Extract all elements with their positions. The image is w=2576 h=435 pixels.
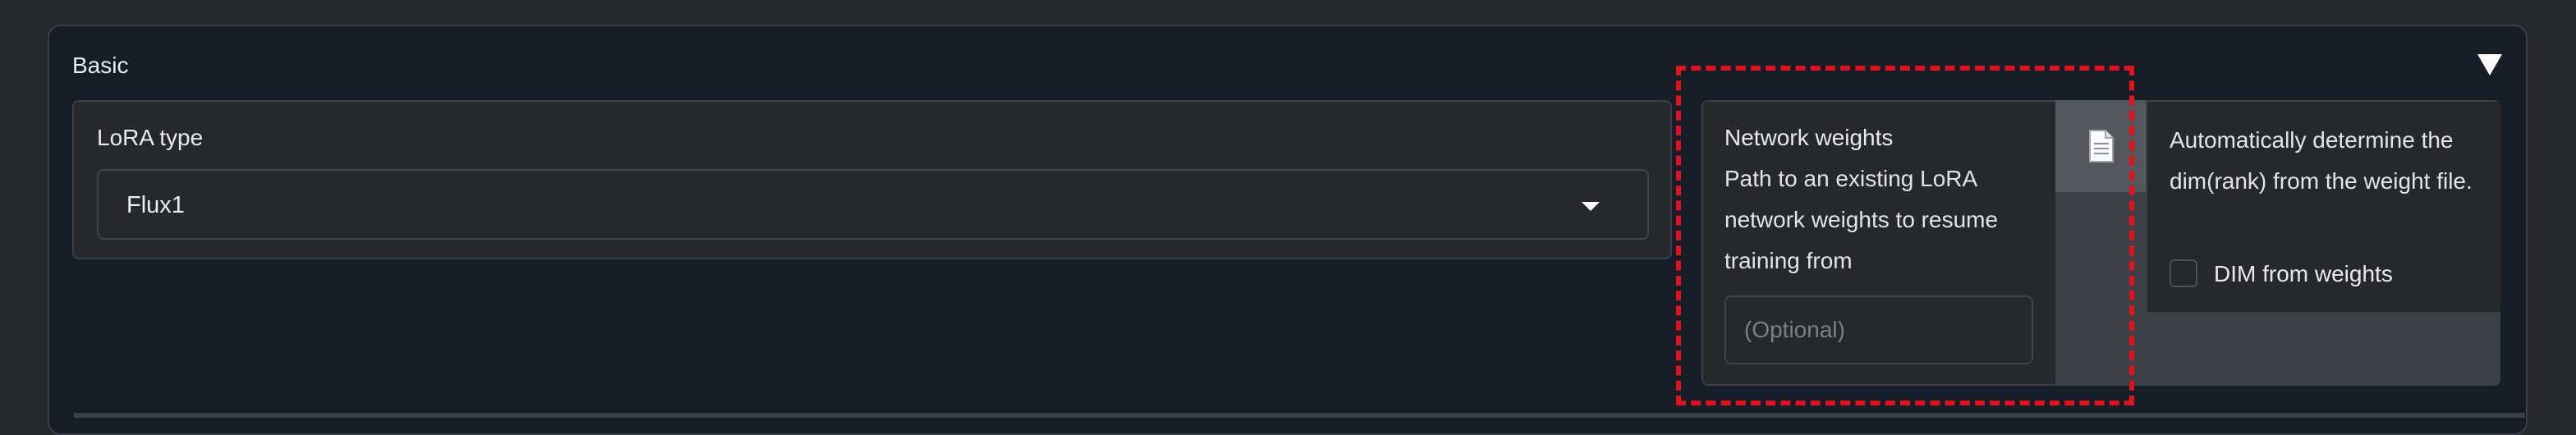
network-weights-input[interactable] (1724, 295, 2033, 364)
divider (74, 413, 2525, 418)
network-weights-label: Network weights (1724, 125, 1894, 150)
accordion-title[interactable]: Basic (72, 53, 128, 79)
lora-type-selected-value[interactable]: Flux1 (126, 185, 185, 225)
file-picker-button[interactable] (2055, 100, 2147, 192)
network-weights-info: Path to an existing LoRA network weights… (1724, 166, 1999, 273)
lora-type-dropdown[interactable] (97, 169, 1649, 240)
triangle-down-icon[interactable] (2477, 54, 2502, 76)
dim-from-weights-info: Automatically determine the dim(rank) fr… (2170, 127, 2473, 194)
caret-down-icon[interactable] (1582, 202, 1600, 211)
dim-from-weights-checkbox[interactable] (2170, 259, 2197, 287)
lora-type-label: LoRA type (97, 125, 204, 150)
dim-from-weights-label[interactable]: DIM from weights (2214, 254, 2393, 294)
document-icon (2089, 130, 2114, 163)
